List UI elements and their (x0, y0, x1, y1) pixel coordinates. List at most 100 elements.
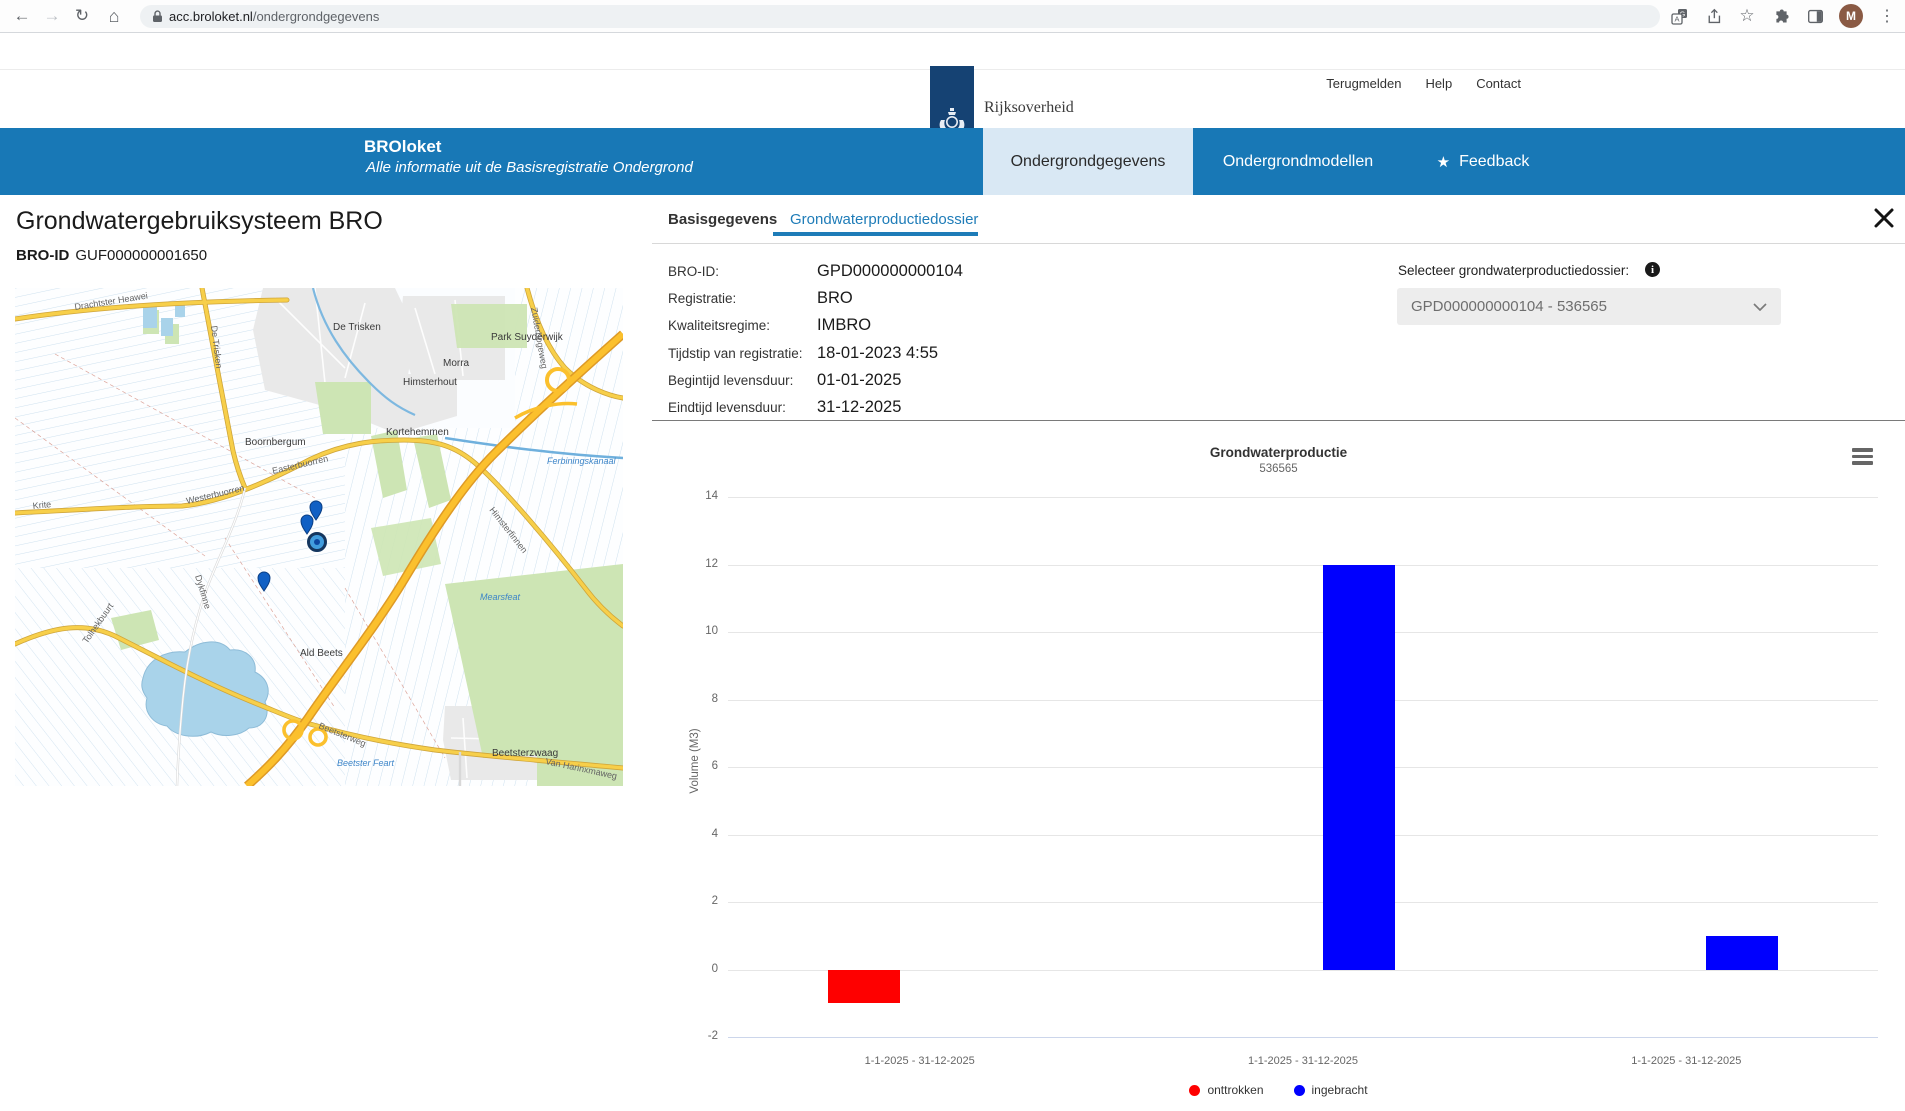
field-value: GPD000000000104 (817, 262, 963, 281)
browser-actions: GA ☆ M ⋮ (1669, 0, 1897, 32)
gridline (728, 632, 1878, 633)
tab-grondwaterproductiedossier[interactable]: Grondwaterproductiedossier (790, 211, 978, 228)
gridline (728, 565, 1878, 566)
gridline (728, 835, 1878, 836)
header-links: Terugmelden Help Contact (1326, 76, 1521, 91)
gridline (728, 902, 1878, 903)
brand-name[interactable]: BROloket (364, 137, 441, 157)
map-label: Beetster Feart (337, 758, 395, 768)
url-text: acc.broloket.nl/ondergrondgegevens (169, 9, 379, 24)
tab-ondergrondgegevens[interactable]: Ondergrondgegevens (983, 128, 1193, 195)
legend-item-onttrokken[interactable]: onttrokken (1189, 1083, 1263, 1097)
info-icon[interactable]: i (1645, 262, 1660, 277)
x-axis-label: 1-1-2025 - 31-12-2025 (1596, 1055, 1776, 1067)
dossier-selector-label: Selecteer grondwaterproductiedossier: (1398, 263, 1629, 278)
field-value: 18-01-2023 4:55 (817, 344, 938, 363)
dossier-info-fields: BRO-ID:GPD000000000104Registratie:BROKwa… (668, 258, 963, 421)
profile-avatar[interactable]: M (1839, 4, 1863, 28)
y-tick-label: 0 (674, 963, 718, 975)
legend-item-ingebracht[interactable]: ingebracht (1294, 1083, 1368, 1097)
bro-id-value: GUF000000001650 (75, 247, 207, 264)
legend-dot-icon (1189, 1085, 1200, 1096)
page-title: Grondwatergebruiksysteem BRO (16, 207, 383, 236)
y-tick-label: -2 (674, 1030, 718, 1042)
field-label: BRO-ID: (668, 264, 817, 279)
gridline (728, 1037, 1878, 1038)
field-value: 01-01-2025 (817, 371, 901, 390)
x-axis-label: 1-1-2025 - 31-12-2025 (1213, 1055, 1393, 1067)
bookmark-star-icon[interactable]: ☆ (1737, 6, 1757, 26)
bar-ingebracht[interactable] (1706, 936, 1778, 970)
tab-ondergrondmodellen[interactable]: Ondergrondmodellen (1193, 128, 1403, 195)
tab-label: Ondergrondgegevens (1011, 153, 1166, 171)
dossier-select[interactable]: GPD000000000104 - 536565 (1397, 288, 1781, 325)
tab-feedback[interactable]: ★ Feedback (1403, 128, 1563, 195)
reload-icon[interactable]: ↻ (68, 2, 96, 30)
gridline (728, 970, 1878, 971)
header-link-contact[interactable]: Contact (1476, 76, 1521, 91)
y-tick-label: 6 (674, 760, 718, 772)
map-label: Morra (443, 358, 470, 369)
field-row: Registratie:BRO (668, 285, 963, 312)
field-label: Kwaliteitsregime: (668, 318, 817, 333)
tab-basisgegevens[interactable]: Basisgegevens (668, 211, 777, 228)
y-tick-label: 14 (674, 490, 718, 502)
legend-dot-icon (1294, 1085, 1305, 1096)
gridline (728, 767, 1878, 768)
y-tick-label: 10 (674, 625, 718, 637)
map-label: Kortehemmen (386, 427, 449, 438)
chart-legend: onttrokken ingebracht (652, 1083, 1905, 1097)
url-path: /ondergrondgegevens (253, 9, 380, 24)
star-icon: ★ (1437, 153, 1450, 171)
share-icon[interactable] (1703, 6, 1723, 26)
bro-id-label: BRO-ID (16, 247, 69, 264)
map-canvas[interactable]: De TriskenPark SuyderwijkMorraHimsterhou… (15, 288, 623, 786)
field-label: Registratie: (668, 291, 817, 306)
gridline (728, 497, 1878, 498)
url-domain: acc.broloket.nl (169, 9, 253, 24)
close-icon[interactable] (1872, 206, 1898, 232)
map-label: Krite (32, 499, 51, 511)
field-value: IMBRO (817, 316, 871, 335)
section-divider (652, 420, 1905, 421)
map-label: Himsterhout (403, 377, 457, 388)
map-label: Mearsfeat (480, 592, 521, 602)
y-tick-label: 2 (674, 895, 718, 907)
x-axis-label: 1-1-2025 - 31-12-2025 (830, 1055, 1010, 1067)
side-panel-icon[interactable] (1805, 6, 1825, 26)
main-navbar: BROloket Alle informatie uit de Basisreg… (0, 128, 1905, 195)
y-tick-label: 8 (674, 693, 718, 705)
chart-menu-icon[interactable] (1852, 448, 1873, 468)
field-label: Begintijd levensduur: (668, 373, 817, 388)
map-label: Park Suyderwijk (491, 332, 564, 343)
bar-onttrokken[interactable] (828, 970, 900, 1004)
field-label: Eindtijd levensduur: (668, 400, 817, 415)
field-row: Eindtijd levensduur:31-12-2025 (668, 394, 963, 421)
address-bar[interactable]: acc.broloket.nl/ondergrondgegevens (140, 5, 1660, 28)
chart-title: Grondwaterproductie (652, 445, 1905, 460)
translate-icon[interactable]: GA (1669, 6, 1689, 26)
home-icon[interactable]: ⌂ (100, 2, 128, 30)
field-row: BRO-ID:GPD000000000104 (668, 258, 963, 285)
extensions-icon[interactable] (1771, 6, 1791, 26)
grondwaterproductie-chart: Grondwaterproductie 536565 Volume (M3) o… (652, 425, 1905, 1111)
back-icon[interactable]: ← (8, 2, 36, 30)
field-label: Tijdstip van registratie: (668, 346, 817, 361)
bar-ingebracht[interactable] (1323, 565, 1395, 970)
forward-icon[interactable]: → (38, 2, 66, 30)
browser-toolbar: ← → ↻ ⌂ acc.broloket.nl/ondergrondgegeve… (0, 0, 1905, 33)
dossier-select-value: GPD000000000104 - 536565 (1411, 288, 1607, 325)
topographic-map[interactable]: De TriskenPark SuyderwijkMorraHimsterhou… (15, 288, 623, 786)
header-link-help[interactable]: Help (1425, 76, 1452, 91)
tabs-divider (652, 243, 1905, 244)
map-marker-cluster-icon[interactable] (309, 534, 326, 551)
field-row: Kwaliteitsregime:IMBRO (668, 312, 963, 339)
tab-label: Feedback (1459, 153, 1529, 171)
map-label: Ald Beets (300, 648, 343, 659)
active-tab-underline (773, 232, 978, 236)
legend-label: onttrokken (1207, 1083, 1263, 1097)
logo-wordmark: Rijksoverheid (984, 99, 1074, 117)
header-link-terugmelden[interactable]: Terugmelden (1326, 76, 1401, 91)
menu-dots-icon[interactable]: ⋮ (1877, 6, 1897, 26)
gridline (728, 700, 1878, 701)
